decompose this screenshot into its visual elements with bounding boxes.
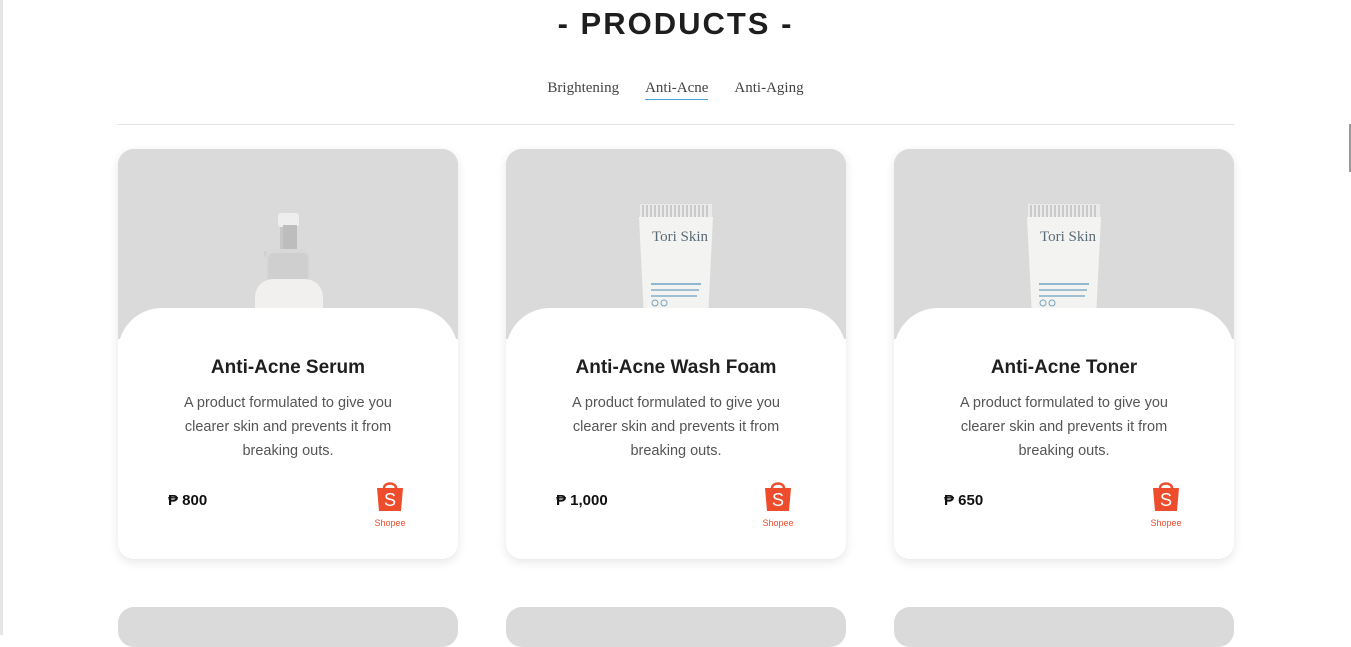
shopee-button[interactable]: S Shopee <box>1149 478 1183 528</box>
svg-text:S: S <box>1160 490 1172 510</box>
product-price: ₱ 800 <box>168 492 208 509</box>
shopee-label: Shopee <box>1150 518 1182 528</box>
shopee-bag-icon: S <box>377 482 403 511</box>
svg-text:Tori Skin: Tori Skin <box>652 229 709 245</box>
category-tabs: Brightening Anti-Acne Anti-Aging <box>0 80 1351 100</box>
product-description: A product formulated to give you clearer… <box>184 395 392 459</box>
tab-brightening[interactable]: Brightening <box>547 80 619 100</box>
product-description: A product formulated to give you clearer… <box>572 395 780 459</box>
product-card-partial[interactable] <box>506 607 846 647</box>
product-price: ₱ 1,000 <box>556 492 608 509</box>
product-card-partial[interactable] <box>894 607 1234 647</box>
svg-text:Tori Skin: Tori Skin <box>1040 229 1097 245</box>
tab-anti-aging[interactable]: Anti-Aging <box>734 80 803 100</box>
card-body: Anti-Acne Wash Foam A product formulated… <box>506 308 846 559</box>
svg-text:S: S <box>384 490 396 510</box>
product-name: Anti-Acne Serum <box>210 357 366 378</box>
shopee-bag-icon: S <box>765 482 791 511</box>
product-description: A product formulated to give you clearer… <box>960 395 1168 459</box>
product-name: Anti-Acne Wash Foam <box>575 357 777 378</box>
shopee-bag-icon: S <box>1153 482 1179 511</box>
product-price: ₱ 650 <box>944 492 984 509</box>
shopee-label: Shopee <box>762 518 794 528</box>
product-card[interactable]: Anti-Acne Serum A product formulated to … <box>118 149 458 559</box>
product-card-partial[interactable] <box>118 607 458 647</box>
svg-text:S: S <box>772 490 784 510</box>
page-title: - PRODUCTS - <box>557 6 794 41</box>
card-body: Anti-Acne Toner A product formulated to … <box>894 308 1234 559</box>
product-card[interactable]: Tori Skin Anti-Acne Toner A product form… <box>894 149 1234 559</box>
product-card[interactable]: Tori Skin Anti-Acne Wash Foam A product … <box>506 149 846 559</box>
shopee-button[interactable]: S Shopee <box>761 478 795 528</box>
shopee-label: Shopee <box>374 518 406 528</box>
product-name: Anti-Acne Toner <box>990 357 1138 378</box>
card-body: Anti-Acne Serum A product formulated to … <box>118 308 458 559</box>
tab-anti-acne[interactable]: Anti-Acne <box>645 80 709 100</box>
divider <box>117 124 1234 125</box>
shopee-button[interactable]: S Shopee <box>373 478 407 528</box>
